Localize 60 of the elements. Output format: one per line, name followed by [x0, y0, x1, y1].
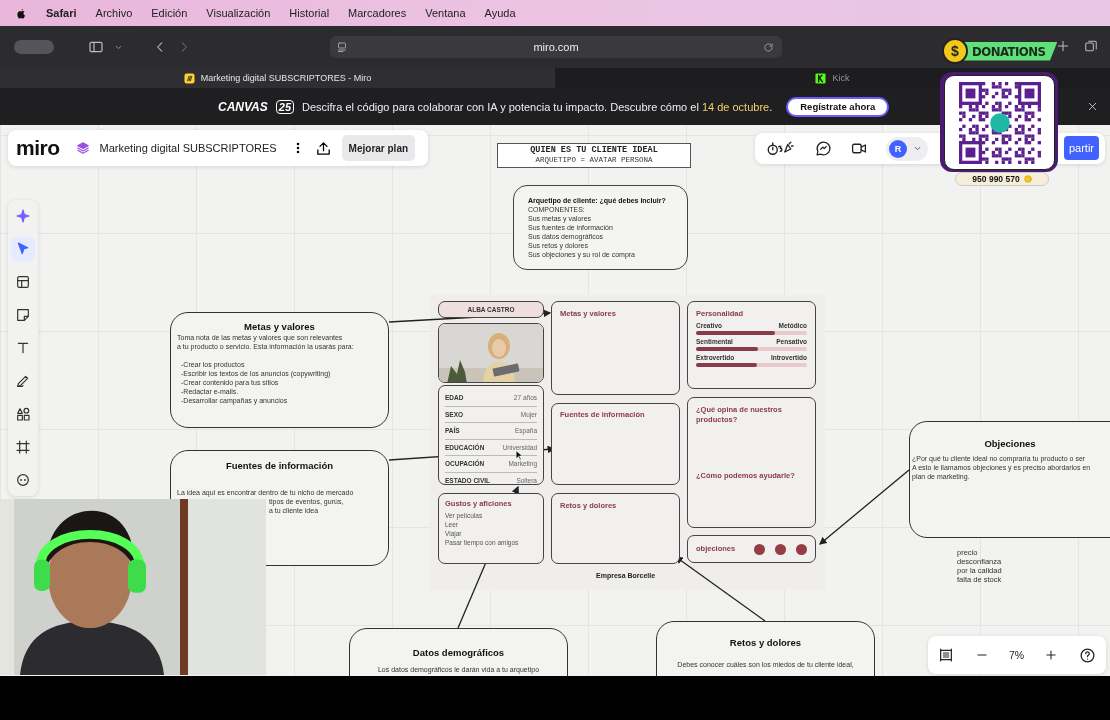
pen-icon — [15, 373, 31, 389]
favicon-icon — [815, 72, 827, 84]
page-icon — [336, 41, 348, 53]
register-button[interactable]: Regístrate ahora — [786, 96, 890, 117]
upgrade-button[interactable]: Mejorar plan — [341, 135, 416, 161]
dot-icon — [796, 543, 807, 555]
more-icon — [15, 472, 31, 488]
sticky-note-icon — [15, 307, 31, 323]
reactions-icon[interactable] — [765, 139, 797, 158]
share-button[interactable]: partir — [1063, 136, 1099, 160]
menu-item[interactable]: Archivo — [95, 7, 133, 19]
qr-code-icon — [958, 81, 1041, 164]
note-title: Retos y dolores — [728, 637, 803, 649]
fit-frame-icon[interactable] — [938, 647, 955, 663]
text-tool-icon — [15, 340, 31, 356]
logo: miro — [16, 136, 60, 160]
dot-icon — [754, 543, 765, 555]
banner-text: Descifra el código para colaborar con IA y potencia tu impacto. Descubre cómo el 14 de octubre. — [302, 100, 773, 113]
shapes-icon — [15, 406, 31, 422]
frame-icon — [15, 439, 31, 455]
tabs-overview-icon[interactable] — [1084, 39, 1098, 53]
new-tab-icon[interactable] — [1056, 39, 1070, 53]
reload-icon — [763, 41, 774, 53]
card-title: QUIEN ES TU CLIENTE IDEAL — [529, 145, 659, 156]
mouse-pointer-icon — [515, 450, 524, 462]
chat-icon[interactable] — [815, 140, 832, 157]
upload-icon[interactable] — [314, 139, 332, 157]
browser-tab[interactable]: Marketing digital SUBSCRIPTORES - Miro — [0, 68, 555, 88]
board-name[interactable]: Marketing digital SUBSCRIPTORES — [99, 142, 277, 154]
zoom-level: 7% — [1008, 649, 1025, 661]
menu-item[interactable]: Ventana — [425, 7, 466, 19]
user-avatar[interactable]: R — [889, 139, 907, 158]
sidebar-icon[interactable] — [88, 39, 104, 55]
sparkle-icon — [15, 208, 31, 224]
apple-icon — [15, 6, 27, 20]
note-title: Objeciones — [983, 438, 1037, 450]
chevron-down-icon[interactable] — [913, 144, 922, 153]
help-icon[interactable] — [1078, 646, 1096, 664]
close-icon[interactable] — [1087, 101, 1098, 112]
layers-icon — [75, 141, 90, 155]
menu-item[interactable]: Ayuda — [484, 7, 516, 19]
dot-icon — [775, 543, 786, 555]
note-title: Datos demográficos — [411, 647, 506, 659]
menu-item[interactable]: Historial — [289, 7, 330, 19]
note-title: Metas y valores — [243, 321, 316, 333]
favicon-icon — [183, 72, 195, 84]
coin-icon — [1023, 175, 1032, 183]
note-title: Fuentes de información — [224, 460, 335, 472]
phone-number: 950 990 570 — [972, 174, 1020, 184]
cursor-icon — [15, 241, 31, 257]
zoom-in-icon[interactable] — [1044, 648, 1059, 662]
table-icon — [15, 274, 31, 290]
toggle-button[interactable] — [14, 40, 54, 54]
menu-item[interactable]: Marcadores — [348, 7, 407, 19]
menu-item[interactable]: Edición — [151, 7, 188, 19]
address-bar[interactable]: miro.com — [330, 36, 782, 58]
logo: CANVAS — [218, 99, 268, 114]
menu-item[interactable]: Safari — [46, 7, 77, 19]
logo-badge: 25 — [275, 99, 295, 114]
menu-item[interactable]: Visualización — [206, 7, 271, 19]
